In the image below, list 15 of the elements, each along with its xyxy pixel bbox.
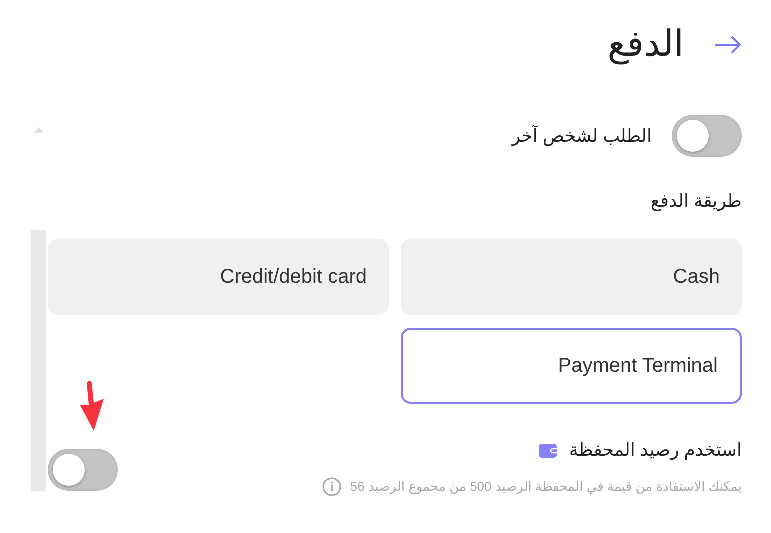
wallet-icon [539,444,558,458]
payment-option[interactable]: Payment Terminal [401,328,742,404]
arrow-icon[interactable] [714,35,742,55]
wallet-label: استخدم رصيد المحفظة [569,440,742,461]
pointer-arrow-icon [78,379,106,433]
section-label: طريقة الدفع [650,191,742,214]
toggle-label: الطلب لشخص آخر [512,126,652,146]
payment-option[interactable]: Credit/debit card [48,239,389,315]
toggle-switch[interactable] [672,115,742,157]
info-icon[interactable] [322,477,342,497]
payment-option[interactable]: Cash [401,239,742,315]
caret-icon[interactable] [34,127,44,133]
page-title: الدفع [608,23,684,67]
info-text: يمكنك الاستفادة من قيمة في المحفظة الرصيد 500 من مجموع الرصيد 56 [350,479,742,495]
toggle-switch[interactable] [48,449,118,491]
